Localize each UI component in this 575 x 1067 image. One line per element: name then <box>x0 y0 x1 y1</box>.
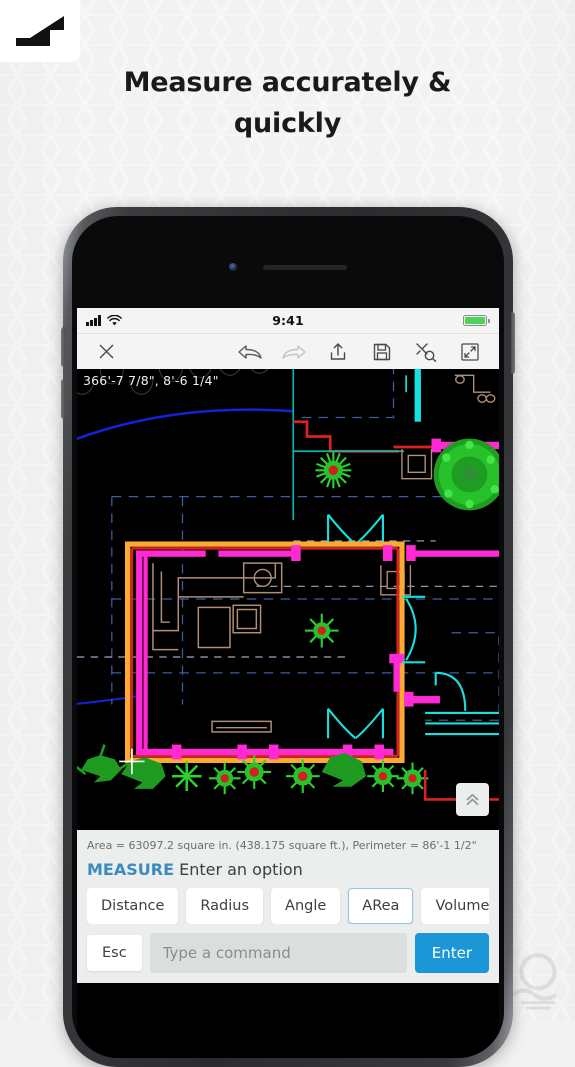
fullscreen-button[interactable] <box>453 337 487 367</box>
zoom-extents-icon <box>416 342 437 362</box>
editor-toolbar <box>77 333 499 369</box>
page-title: Measure accurately & quickly <box>123 67 452 139</box>
save-floppy-icon <box>373 343 391 360</box>
redo-icon <box>282 344 306 359</box>
autodesk-logo-badge <box>0 0 80 62</box>
sensor-row <box>72 261 504 273</box>
zoom-extents-button[interactable] <box>409 337 443 367</box>
earpiece-speaker <box>263 264 347 270</box>
phone-bezel: 9:41 366'-7 7/8", 8'-6 1/4" Area = 63097… <box>72 216 504 1058</box>
phone-screen: 9:41 366'-7 7/8", 8'-6 1/4" Area = 63097… <box>77 308 499 1058</box>
front-camera-icon <box>229 263 237 271</box>
option-radius[interactable]: Radius <box>186 888 264 924</box>
redo-button[interactable] <box>277 337 311 367</box>
active-command-name: MEASURE <box>87 860 174 879</box>
status-bar: 9:41 <box>77 308 499 333</box>
option-distance[interactable]: Distance <box>87 888 179 924</box>
option-angle[interactable]: Angle <box>271 888 341 924</box>
close-icon <box>99 344 113 359</box>
status-bar-clock: 9:41 <box>272 313 304 328</box>
command-options-row: Distance Radius Angle ARea Volume <box>87 888 489 924</box>
cad-drawing <box>77 369 499 830</box>
phone-mockup: 9:41 366'-7 7/8", 8'-6 1/4" Area = 63097… <box>61 207 515 1067</box>
coordinate-readout: 366'-7 7/8", 8'-6 1/4" <box>83 373 219 388</box>
fullscreen-expand-icon <box>461 342 479 361</box>
volume-down-button[interactable] <box>61 379 65 419</box>
corner-watermark-icon <box>511 953 558 1010</box>
cad-drawing-canvas[interactable]: 366'-7 7/8", 8'-6 1/4" <box>77 369 499 830</box>
command-prompt: MEASURE Enter an option <box>87 860 489 879</box>
volume-up-button[interactable] <box>61 327 65 367</box>
chevron-double-up-icon <box>466 794 479 805</box>
command-prompt-text: Enter an option <box>174 860 303 879</box>
power-button[interactable] <box>511 312 515 374</box>
option-area[interactable]: ARea <box>348 888 414 924</box>
close-button[interactable] <box>89 337 123 367</box>
command-input-row: Esc Enter <box>87 933 489 973</box>
area-readout-text: Area = 63097.2 square in. (438.175 squar… <box>87 839 477 852</box>
collapse-panel-button[interactable] <box>456 783 489 816</box>
autodesk-logo-icon <box>16 16 64 46</box>
share-button[interactable] <box>321 337 355 367</box>
share-upload-icon <box>330 342 346 360</box>
enter-button[interactable]: Enter <box>414 933 489 973</box>
save-button[interactable] <box>365 337 399 367</box>
command-input[interactable] <box>149 933 407 973</box>
command-panel: Area = 63097.2 square in. (438.175 squar… <box>77 830 499 983</box>
undo-button[interactable] <box>233 337 267 367</box>
esc-button[interactable]: Esc <box>87 935 142 971</box>
option-volume[interactable]: Volume <box>421 888 489 924</box>
undo-icon <box>238 344 262 359</box>
